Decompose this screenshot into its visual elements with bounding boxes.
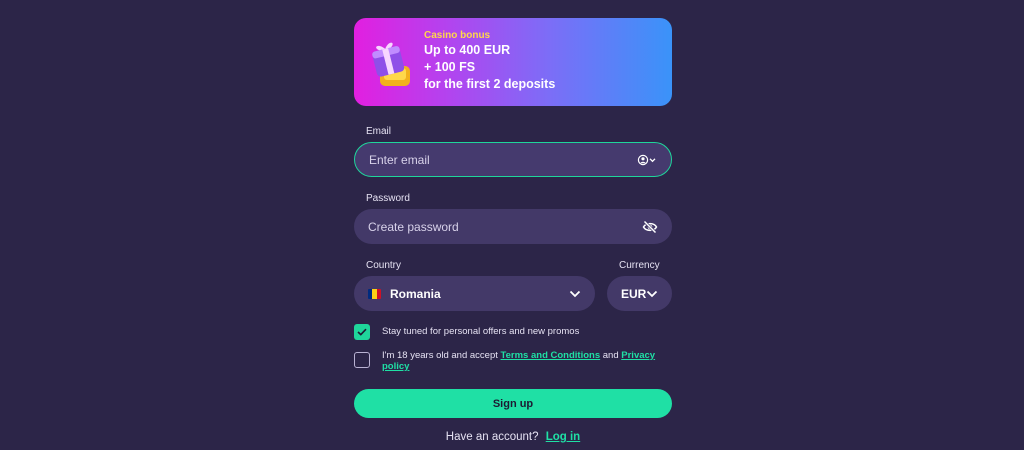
currency-label: Currency xyxy=(619,260,660,271)
signup-form: Casino bonus Up to 400 EUR + 100 FS for … xyxy=(354,18,672,443)
chevron-down-icon xyxy=(569,290,581,298)
login-link[interactable]: Log in xyxy=(546,431,581,443)
offers-consent: Stay tuned for personal offers and new p… xyxy=(354,324,672,340)
romania-flag-icon xyxy=(368,288,381,299)
signup-button[interactable]: Sign up xyxy=(354,389,672,418)
terms-checkbox[interactable] xyxy=(354,352,370,368)
eye-off-icon[interactable] xyxy=(642,219,658,234)
password-field[interactable] xyxy=(354,209,672,244)
email-label: Email xyxy=(366,126,392,137)
account-dropdown-icon[interactable] xyxy=(637,154,657,166)
currency-select[interactable]: EUR xyxy=(607,276,672,311)
currency-value: EUR xyxy=(621,286,647,301)
bonus-condition: for the first 2 deposits xyxy=(424,77,556,91)
have-account-text: Have an account? xyxy=(445,431,539,443)
country-value: Romania xyxy=(390,286,441,301)
bonus-banner: Casino bonus Up to 400 EUR + 100 FS for … xyxy=(354,18,672,106)
terms-consent: I'm 18 years old and accept Terms and Co… xyxy=(354,350,672,372)
country-label: Country xyxy=(366,260,402,271)
terms-link[interactable]: Terms and Conditions xyxy=(501,350,601,361)
email-field[interactable] xyxy=(354,142,672,177)
password-label: Password xyxy=(366,193,410,204)
bonus-kicker: Casino bonus xyxy=(424,30,491,41)
terms-and: and xyxy=(602,350,619,361)
login-prompt: Have an account? Log in xyxy=(354,431,672,443)
offers-checkbox[interactable] xyxy=(354,324,370,340)
bonus-free-spins: + 100 FS xyxy=(424,60,476,74)
country-select[interactable]: Romania xyxy=(354,276,595,311)
chevron-down-icon xyxy=(646,290,658,298)
terms-prefix: I'm 18 years old and accept xyxy=(382,350,498,361)
offers-text: Stay tuned for personal offers and new p… xyxy=(382,326,580,337)
password-input[interactable] xyxy=(368,219,642,234)
gift-box-icon xyxy=(372,42,410,86)
checkmark-icon xyxy=(357,328,367,336)
bonus-amount: Up to 400 EUR xyxy=(424,43,511,57)
email-input[interactable] xyxy=(369,152,637,167)
